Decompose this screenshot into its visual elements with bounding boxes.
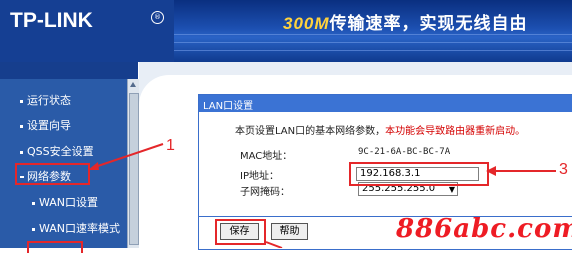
arrow-line-1 — [91, 143, 164, 169]
annotation-step-1: 1 — [166, 137, 175, 154]
arrow-head-1 — [88, 162, 99, 170]
annotation-step-3: 3 — [559, 161, 568, 178]
arrow-line-save — [265, 241, 283, 248]
site-watermark: 886abc.com — [396, 214, 572, 244]
annotation-arrows — [88, 143, 556, 248]
arrow-head-3 — [486, 166, 496, 176]
